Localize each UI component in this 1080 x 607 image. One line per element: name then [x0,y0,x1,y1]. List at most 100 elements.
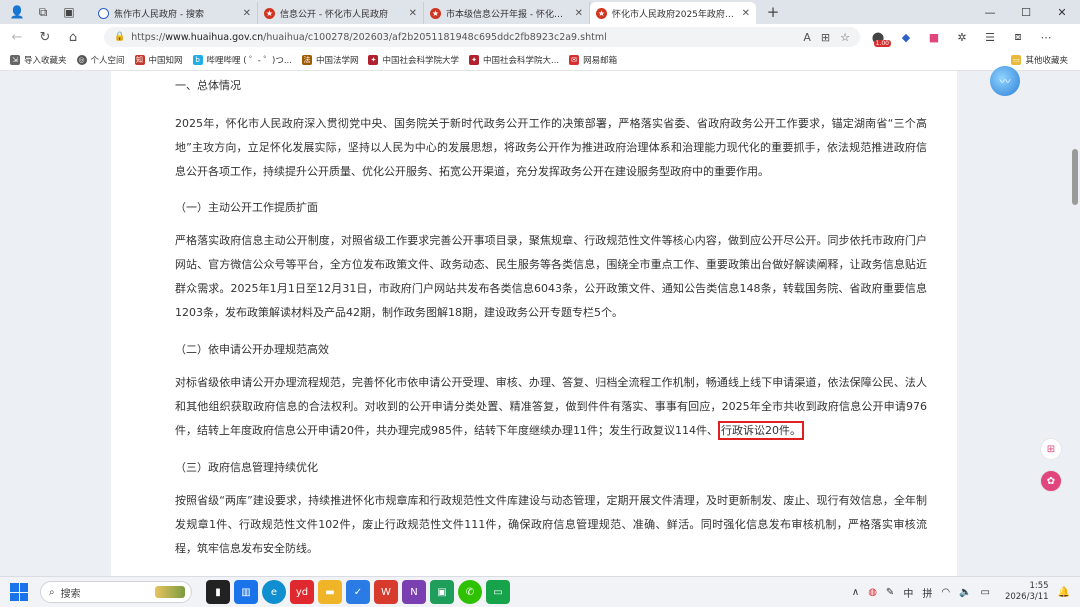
volume-icon[interactable]: 🔈 [959,587,971,598]
clock-time: 1:55 [1029,581,1049,591]
url-path: /huaihua/c100278/202603/af2b2051181948c6… [263,31,607,43]
tab-strip-left-controls: 👤 ⧉ ▣ [0,3,92,21]
workspaces-icon[interactable]: ⧉ [32,3,54,21]
home-button[interactable]: ⌂ [62,26,84,48]
url-scheme: https:// [131,31,166,43]
bookmark-import[interactable]: ⇲ 导入收藏夹 [10,54,67,66]
green-app-icon[interactable]: ▣ [430,580,454,604]
bookmarks-bar: ⇲ 导入收藏夹 ◎ 个人空间 知中国知网 b 哔哩哔哩 ( ゜- ゜)つ... 法中国… [0,50,1080,71]
tab-3-active[interactable]: ★ 怀化市人民政府2025年政府信息公开... ✕ [590,2,756,24]
highlighted-litigation-count: 行政诉讼20件。 [717,421,804,440]
tab-2[interactable]: ★ 市本级信息公开年报 - 怀化市人民... ✕ [424,2,590,24]
intro-text: 2025年，怀化市人民政府深入贯彻党中央、国务院关于新时代政务公开工作的决策部署… [175,117,927,178]
read-aloud-icon[interactable]: A [803,31,811,44]
wechat-icon[interactable]: ✆ [458,580,482,604]
close-tab-icon[interactable]: ✕ [575,8,583,19]
wps-icon[interactable]: W [374,580,398,604]
tray-app-icon[interactable]: ◍ [868,587,877,598]
tab-strip: 👤 ⧉ ▣ 焦作市人民政府 - 搜索 ✕ ★ 信息公开 - 怀化市人民政府 ✕ … [0,0,1080,24]
favorites-list-icon[interactable]: ☰ [976,27,1004,47]
close-window-button[interactable]: ✕ [1044,0,1080,24]
profile-icon[interactable]: 👤 [6,3,28,21]
bookmark-personal-space[interactable]: ◎ 个人空间 [76,54,125,66]
gov-emblem-icon: ★ [430,7,441,19]
bookmark-label: 中国社会科学院大... [483,56,560,66]
lock-icon[interactable]: 🔒 [114,32,125,42]
tab-actions-icon[interactable]: ▣ [58,3,80,21]
back-button[interactable]: ← [6,26,28,48]
scrollbar-thumb[interactable] [1072,149,1078,205]
more-menu-icon[interactable]: ⋯ [1032,27,1060,47]
law-icon: 法 [301,55,312,65]
window-controls: — ☐ ✕ [972,0,1080,24]
intro-paragraph: 2025年，怀化市人民政府深入贯彻党中央、国务院关于新时代政务公开工作的决策部署… [175,112,927,184]
side-tool-pink-icon[interactable]: ✿ [1040,470,1062,492]
refresh-button[interactable]: ↻ [34,26,56,48]
paragraph-text: 对标省级依申请公开办理流程规范，完善怀化市依申请公开受理、审核、办理、答复、归档… [175,376,927,437]
extension-badge-count: 1.00 [873,40,891,47]
edge-browser-icon[interactable]: e [262,580,286,604]
bookmark-label: 个人空间 [90,56,125,66]
proactive-disclosure-paragraph: 严格落实政府信息主动公开制度，对照省级工作要求完善公开事项目录，聚焦规章、行政规… [175,229,927,325]
extensions-puzzle-icon[interactable]: ✲ [948,27,976,47]
bookmark-label: 导入收藏夹 [24,56,67,66]
file-explorer-icon[interactable]: ▬ [318,580,342,604]
notifications-bell-icon[interactable]: 🔔 [1058,587,1070,598]
globe-icon: ◎ [76,55,87,65]
snap-layout-icon[interactable]: ▥ [234,580,258,604]
minimize-button[interactable]: — [972,0,1008,24]
onenote-icon[interactable]: N [402,580,426,604]
bookmark-law[interactable]: 法中国法学网 [301,54,359,66]
search-icon: ⌕ [49,586,55,598]
extensions-bar: ⬤ 1.00 ◆ ■ ✲ ☰ ⧈ ⋯ [864,27,1060,47]
battery-icon[interactable]: ▭ [981,587,990,598]
bilibili-icon: b [192,55,203,65]
black-app-icon[interactable]: ▮ [206,580,230,604]
close-tab-icon[interactable]: ✕ [742,8,750,19]
bookmark-cnki[interactable]: 知中国知网 [134,54,183,66]
bookmark-label: 其他收藏夹 [1025,56,1068,66]
extension-shield-icon[interactable]: ◆ [892,27,920,47]
maximize-button[interactable]: ☐ [1008,0,1044,24]
tab-title: 怀化市人民政府2025年政府信息公开... [612,9,738,20]
tab-0[interactable]: 焦作市人民政府 - 搜索 ✕ [92,2,258,24]
app-available-icon[interactable]: ⊞ [821,31,830,44]
url-host: www.huaihua.gov.cn [165,31,264,43]
side-tool-grid-icon[interactable]: ⊞ [1040,438,1062,460]
show-hidden-icons-chevron-up-icon[interactable]: ∧ [852,587,859,598]
clock[interactable]: 1:55 2026/3/11 [1005,581,1049,603]
address-bar[interactable]: 🔒 https://www.huaihua.gov.cn/huaihua/c10… [104,27,860,47]
subsection-heading: （二）依申请公开办理规范高效 [175,343,329,356]
close-tab-icon[interactable]: ✕ [409,8,417,19]
web-page: 一、总体情况 2025年，怀化市人民政府深入贯彻党中央、国务院关于新时代政务公开… [0,71,1080,576]
tray-pen-icon[interactable]: ✎ [886,587,894,598]
ime-indicator[interactable]: 中 [903,585,913,600]
gov-emblem-icon: ★ [264,7,275,19]
wifi-icon[interactable]: ◠ [941,587,950,598]
tick-app-icon[interactable]: ✓ [346,580,370,604]
address-bar-tools: A ⊞ ☆ [803,31,850,44]
new-tab-button[interactable]: + [762,1,784,23]
system-tray: ∧ ◍ ✎ 中 拼 ◠ 🔈 ▭ 1:55 2026/3/11 🔔 [852,581,1070,603]
tray-pinyin-icon[interactable]: 拼 [922,585,932,600]
assistant-floating-button[interactable]: 〰 [990,66,1020,96]
bookmark-ucass-2[interactable]: ✦ 中国社会科学院大... [469,54,559,66]
bookmark-label: 中国法学网 [315,56,359,66]
bookmark-netease-mail[interactable]: ✉ 网易邮箱 [569,54,617,66]
bookmark-ucass[interactable]: ✦ 中国社会科学院大学 [368,54,459,66]
favorite-star-icon[interactable]: ☆ [840,31,850,44]
close-tab-icon[interactable]: ✕ [243,8,251,19]
tab-1[interactable]: ★ 信息公开 - 怀化市人民政府 ✕ [258,2,424,24]
youdao-icon[interactable]: yd [290,580,314,604]
extension-pink-icon[interactable]: ■ [920,27,948,47]
toolbar: ← ↻ ⌂ 🔒 https://www.huaihua.gov.cn/huaih… [0,24,1080,50]
vertical-scrollbar[interactable] [1070,71,1080,576]
bookmark-other-folder[interactable]: ▭ 其他收藏夹 [1011,54,1068,66]
start-windows-icon[interactable] [10,583,28,601]
bookmark-bilibili[interactable]: b 哔哩哔哩 ( ゜- ゜)つ... [192,54,292,66]
monitor-app-icon[interactable]: ▭ [486,580,510,604]
ucass-icon: ✦ [368,55,379,65]
collections-icon[interactable]: ⧈ [1004,27,1032,47]
extension-badge-icon[interactable]: ⬤ 1.00 [864,27,892,47]
taskbar-search-box[interactable]: ⌕ 搜索 [40,581,192,603]
